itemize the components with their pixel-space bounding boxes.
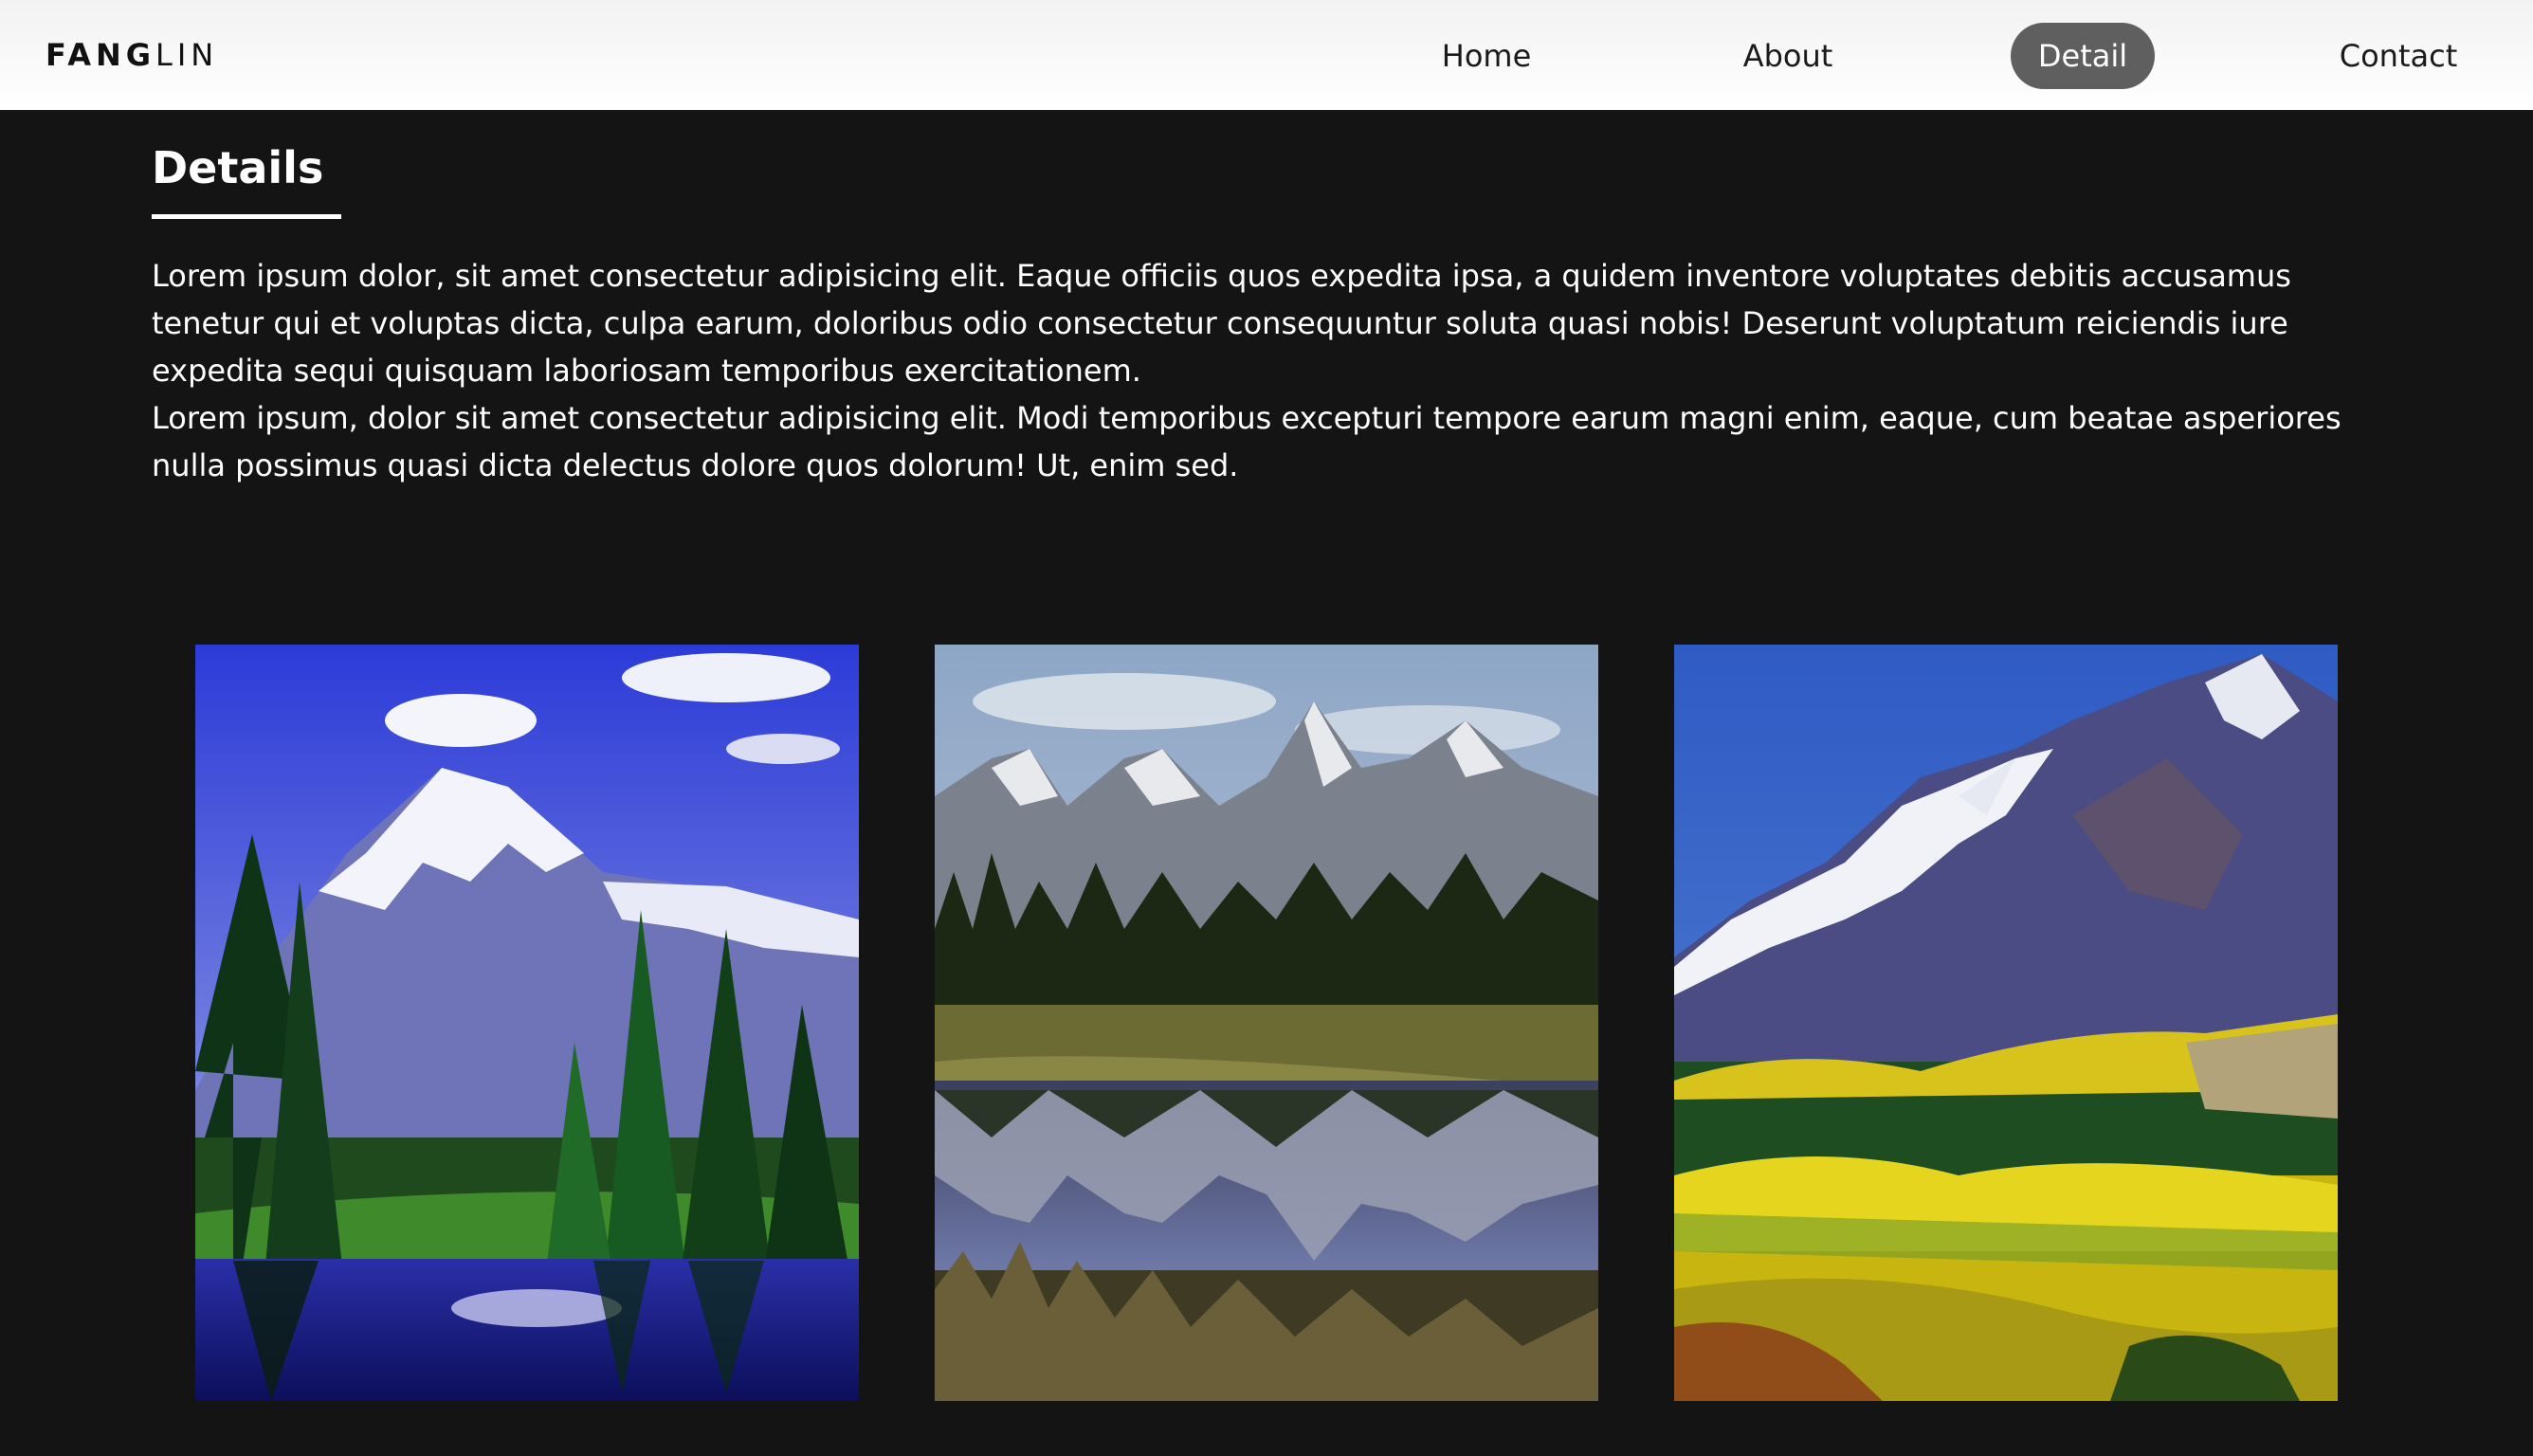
nav-link-home[interactable]: Home bbox=[1411, 23, 1562, 89]
details-paragraph-1: Lorem ipsum dolor, sit amet consectetur … bbox=[152, 258, 2291, 389]
gallery-photo-autumn-aspens[interactable] bbox=[1674, 645, 2338, 1401]
nav-link-about[interactable]: About bbox=[1712, 23, 1864, 89]
title-underline bbox=[152, 214, 341, 219]
autumn-aspens-illustration bbox=[1674, 645, 2338, 1401]
logo-text-bold: FANG bbox=[46, 37, 155, 73]
details-paragraph-2: Lorem ipsum, dolor sit amet consectetur … bbox=[152, 400, 2342, 483]
nav-link-detail[interactable]: Detail bbox=[2011, 23, 2155, 89]
nav-link-contact[interactable]: Contact bbox=[2313, 23, 2484, 89]
details-text: Lorem ipsum dolor, sit amet consectetur … bbox=[152, 252, 2351, 489]
gallery-photo-teton-reflection[interactable] bbox=[935, 645, 1598, 1401]
logo-text-light: LIN bbox=[155, 37, 219, 73]
brand-logo[interactable]: FANG LIN bbox=[46, 0, 218, 110]
teton-reflection-illustration bbox=[935, 645, 1598, 1401]
gallery-photo-mountain-lake[interactable] bbox=[195, 645, 859, 1401]
top-navbar: FANG LIN Home About Detail Contact bbox=[0, 0, 2533, 110]
mountain-lake-illustration bbox=[195, 645, 859, 1401]
section-title: Details bbox=[152, 142, 324, 193]
